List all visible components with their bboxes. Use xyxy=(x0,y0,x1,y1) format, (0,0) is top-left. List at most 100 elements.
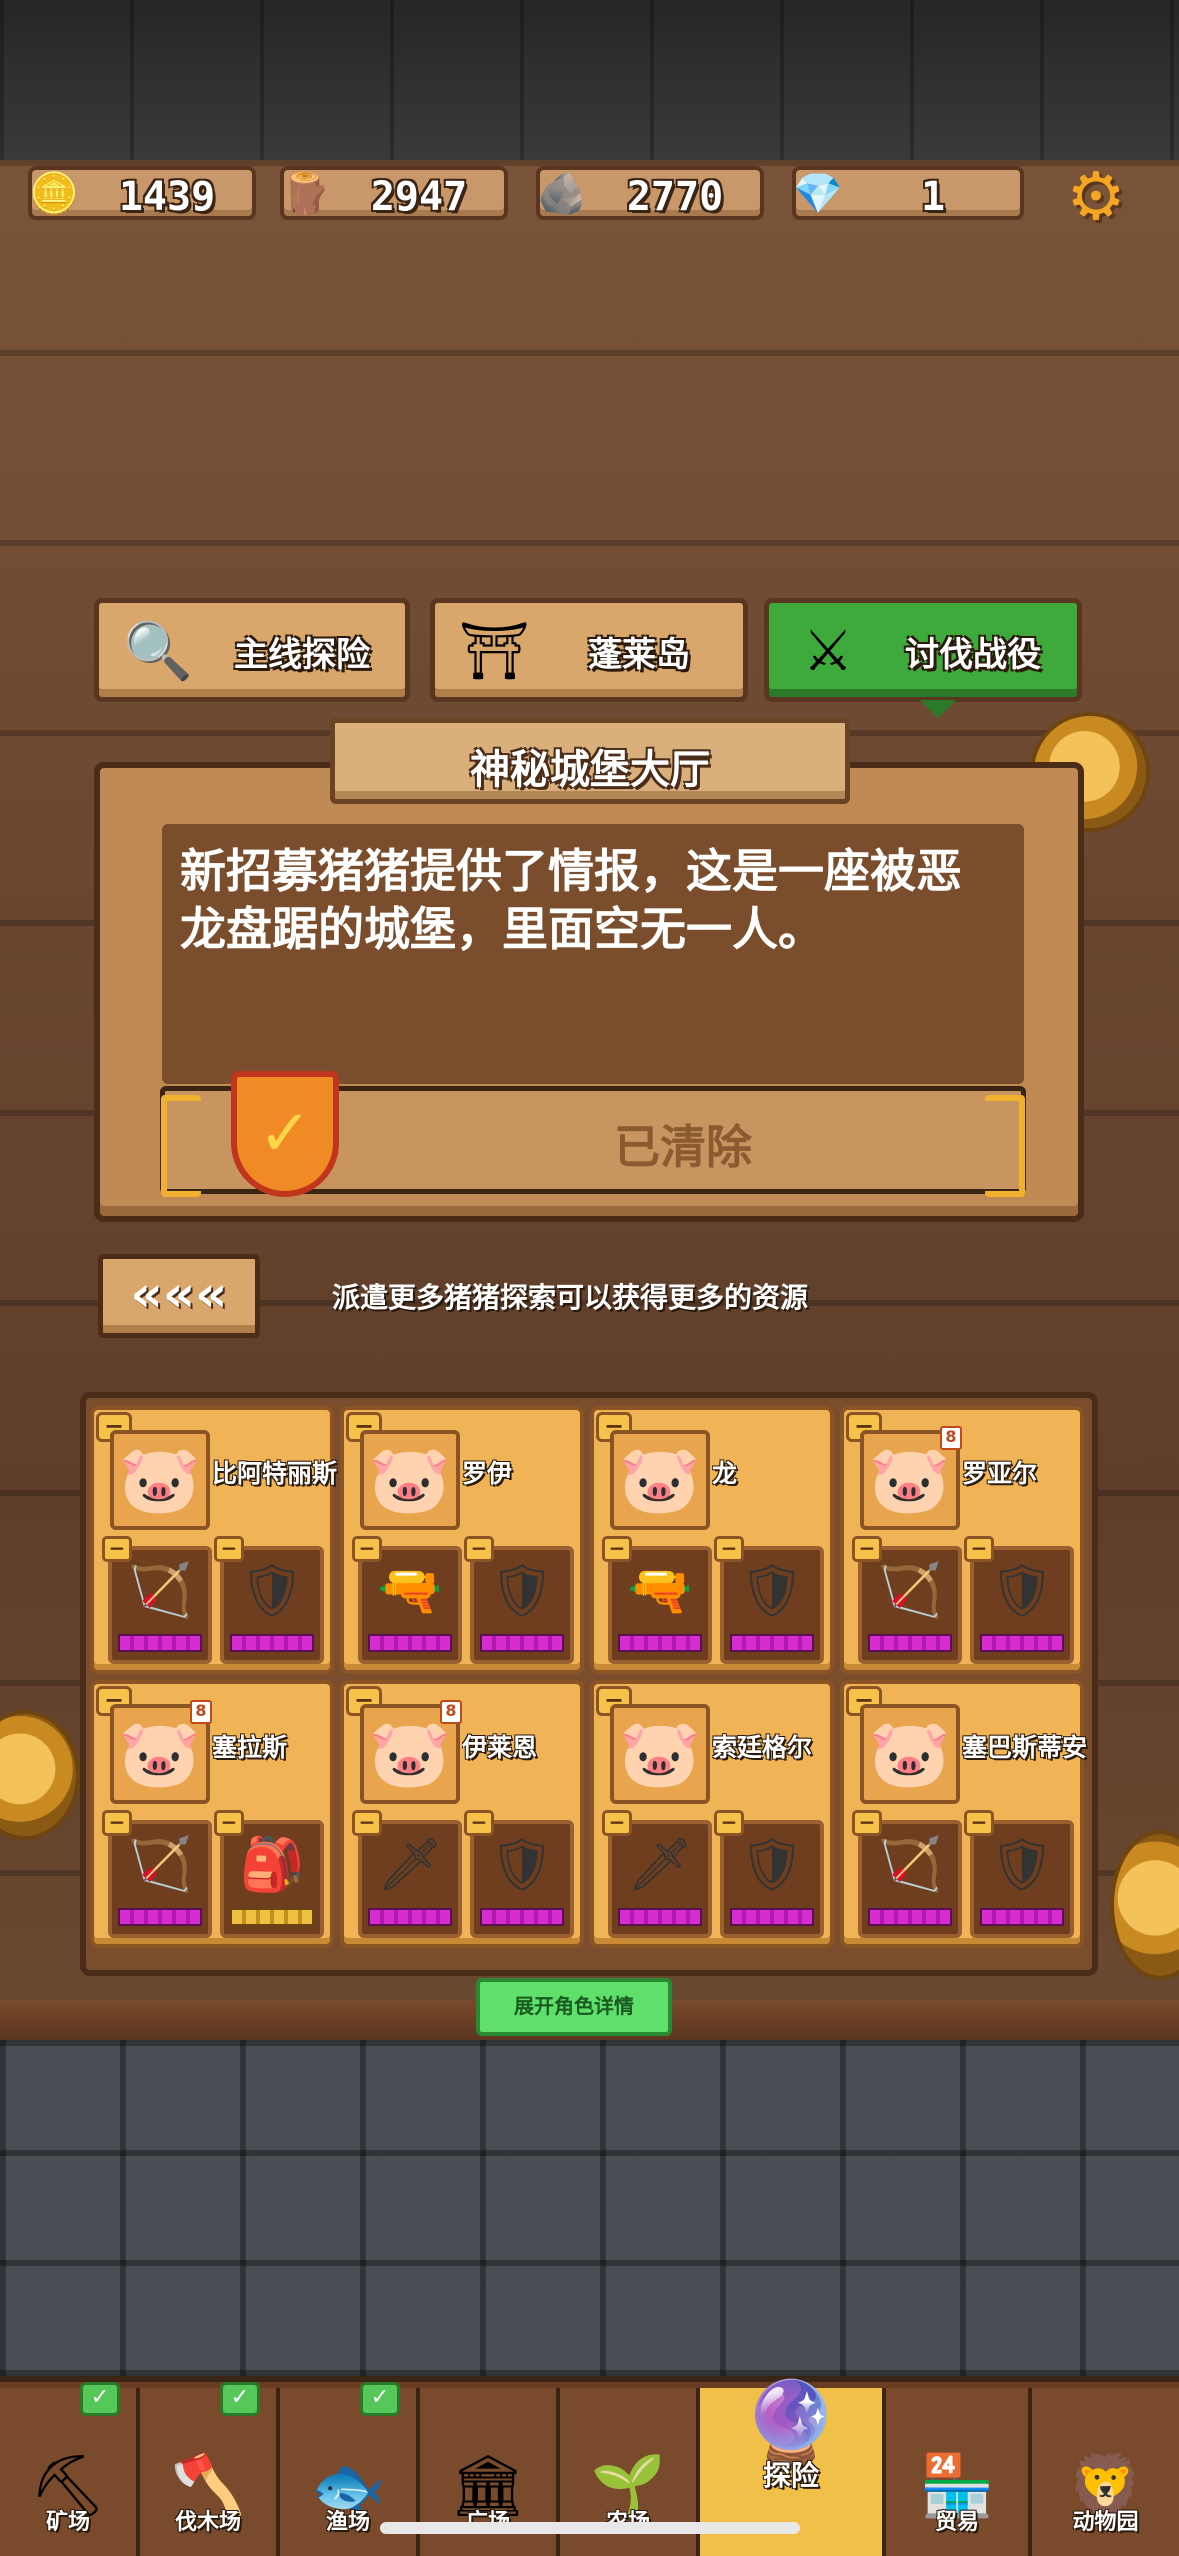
armor-slot[interactable]: − 🛡 xyxy=(214,1536,324,1664)
nav-label: 贸易 xyxy=(934,2510,979,2535)
nav-label: 动物园 xyxy=(1072,2510,1139,2535)
level-badge: 8 xyxy=(440,1700,462,1724)
bow-icon: 🏹 xyxy=(877,1561,943,1621)
hero-portrait: 🐷 xyxy=(360,1430,460,1530)
durability-bar xyxy=(618,1908,702,1926)
hero-card[interactable]: − 🐷 塞巴斯蒂安 − 🏹 − 🛡 xyxy=(840,1680,1087,1948)
backpack-icon: 🎒 xyxy=(239,1835,305,1895)
durability-bar xyxy=(730,1908,814,1926)
expand-hero-details-button[interactable]: 展开角色详情 xyxy=(476,1978,672,2036)
hero-name: 塞拉斯 xyxy=(212,1733,288,1762)
durability-bar xyxy=(118,1908,202,1926)
durability-bar xyxy=(730,1634,814,1652)
armor-icon: 🛡 xyxy=(488,1561,555,1621)
armor-slot[interactable]: − 🛡 xyxy=(964,1810,1074,1938)
hero-card[interactable]: − 🐷 8 伊莱恩 − 🗡 − 🛡 xyxy=(340,1680,584,1948)
stage-title-banner: 神秘城堡大厅 xyxy=(265,718,915,807)
nav-item-zoo[interactable]: 🦁 动物园 xyxy=(1032,2388,1179,2556)
durability-bar xyxy=(480,1908,564,1926)
armor-slot[interactable]: − 🛡 xyxy=(714,1810,824,1938)
gun-icon: 🔫 xyxy=(377,1561,443,1621)
hero-name: 索廷格尔 xyxy=(712,1733,813,1762)
gem-icon: 💎 xyxy=(793,171,843,217)
stage-status-label: 已清除 xyxy=(614,1120,752,1174)
back-button[interactable]: ««« xyxy=(98,1254,260,1338)
gun-icon: 🔫 xyxy=(627,1561,693,1621)
nav-item-trade[interactable]: 🏪 贸易 xyxy=(886,2388,1032,2556)
hero-portrait: 🐷 xyxy=(610,1430,710,1530)
coin-count: 1439 xyxy=(118,174,216,220)
bow-icon: 🏹 xyxy=(127,1835,193,1895)
hero-card[interactable]: − 🐷 龙 − 🔫 − 🛡 xyxy=(590,1406,834,1674)
nav-item-mine[interactable]: ✓ ⛏ 矿场 xyxy=(0,2382,140,2556)
hero-name: 罗亚尔 xyxy=(962,1459,1038,1488)
weapon-slot[interactable]: − 🏹 xyxy=(102,1810,212,1938)
hero-name: 伊莱恩 xyxy=(462,1733,538,1762)
checkmark-icon: ✓ xyxy=(360,2382,400,2416)
durability-bar xyxy=(868,1634,952,1652)
tab-main-adventure[interactable]: 🔍 主线探险 xyxy=(94,598,410,702)
gem-count: 1 xyxy=(920,174,946,220)
weapon-slot[interactable]: − 🏹 xyxy=(852,1536,962,1664)
sword-icon: 🗡 xyxy=(376,1835,443,1895)
active-tab-pointer xyxy=(920,700,956,718)
hero-card[interactable]: − 🐷 8 塞拉斯 − 🏹 − 🎒 xyxy=(90,1680,334,1948)
level-badge: 8 xyxy=(190,1700,212,1724)
hero-card[interactable]: − 🐷 罗伊 − 🔫 − 🛡 xyxy=(340,1406,584,1674)
crossed-swords-icon: ⚔ xyxy=(802,618,854,684)
hero-portrait: 🐷 xyxy=(860,1704,960,1804)
nav-label: 探险 xyxy=(762,2459,819,2492)
stage-status-bar[interactable]: ✓ 已清除 xyxy=(160,1071,1026,1197)
stone-icon: 🪨 xyxy=(537,171,587,217)
wood-icon: 🪵 xyxy=(281,171,331,217)
armor-slot[interactable]: − 🎒 xyxy=(214,1810,324,1938)
armor-slot[interactable]: − 🛡 xyxy=(714,1536,824,1664)
resource-wood[interactable]: 🪵 2947 xyxy=(280,166,508,220)
weapon-slot[interactable]: − 🗡 xyxy=(602,1810,712,1938)
armor-icon: 🛡 xyxy=(988,1561,1055,1621)
gear-icon[interactable]: ⚙ xyxy=(1060,158,1132,235)
stage-description-box: 新招募猪猪提供了情报，这是一座被恶龙盘踞的城堡，里面空无一人。 xyxy=(162,824,1024,1084)
bow-icon: 🏹 xyxy=(877,1835,943,1895)
armor-icon: 🛡 xyxy=(738,1835,805,1895)
resource-stone[interactable]: 🪨 2770 xyxy=(536,166,764,220)
stage-description: 新招募猪猪提供了情报，这是一座被恶龙盘踞的城堡，里面空无一人。 xyxy=(180,844,962,956)
nav-label: 伐木场 xyxy=(174,2510,241,2535)
armor-icon: 🛡 xyxy=(238,1561,305,1621)
durability-bar xyxy=(980,1908,1064,1926)
weapon-slot[interactable]: − 🗡 xyxy=(352,1810,462,1938)
tab-penglai-island[interactable]: ⛩ 蓬莱岛 xyxy=(430,598,748,702)
armor-slot[interactable]: − 🛡 xyxy=(464,1536,574,1664)
resource-bar: 🪙 1439 🪵 2947 🪨 2770 💎 1 xyxy=(22,160,1152,224)
nav-item-lumberyard[interactable]: ✓ 🪓 伐木场 xyxy=(140,2382,280,2556)
level-badge: 8 xyxy=(940,1426,962,1450)
durability-bar xyxy=(230,1634,314,1652)
armor-icon: 🛡 xyxy=(738,1561,805,1621)
resource-coins[interactable]: 🪙 1439 xyxy=(28,166,256,220)
hero-card[interactable]: − 🐷 8 罗亚尔 − 🏹 − 🛡 xyxy=(840,1406,1084,1674)
hero-name: 龙 xyxy=(712,1459,738,1488)
tab-label: 主线探险 xyxy=(234,635,370,675)
armor-icon: 🛡 xyxy=(988,1835,1055,1895)
bow-icon: 🏹 xyxy=(127,1561,193,1621)
armor-slot[interactable]: − 🛡 xyxy=(464,1810,574,1938)
weapon-slot[interactable]: − 🔫 xyxy=(352,1536,462,1664)
armor-icon: 🛡 xyxy=(488,1835,555,1895)
hero-card[interactable]: − 🐷 索廷格尔 − 🗡 − 🛡 xyxy=(590,1680,834,1948)
weapon-slot[interactable]: − 🏹 xyxy=(852,1810,962,1938)
hero-portrait: 🐷 xyxy=(610,1704,710,1804)
stage-panel: 新招募猪猪提供了情报，这是一座被恶龙盘踞的城堡，里面空无一人。 ✓ 已清除 xyxy=(94,762,1084,1222)
armor-slot[interactable]: − 🛡 xyxy=(964,1536,1074,1664)
tab-crusade-campaign[interactable]: ⚔ 讨伐战役 xyxy=(764,598,1082,702)
durability-bar xyxy=(368,1634,452,1652)
hero-card[interactable]: − 🐷 比阿特丽斯 − 🏹 − 🛡 xyxy=(90,1406,337,1674)
resource-gems[interactable]: 💎 1 xyxy=(792,166,1024,220)
weapon-slot[interactable]: − 🔫 xyxy=(602,1536,712,1664)
durability-bar xyxy=(618,1634,702,1652)
durability-bar xyxy=(980,1634,1064,1652)
weapon-slot[interactable]: − 🏹 xyxy=(102,1536,212,1664)
durability-bar xyxy=(118,1634,202,1652)
hero-name: 比阿特丽斯 xyxy=(212,1459,338,1488)
home-indicator[interactable] xyxy=(380,2522,800,2534)
top-wall-background xyxy=(0,0,1179,160)
